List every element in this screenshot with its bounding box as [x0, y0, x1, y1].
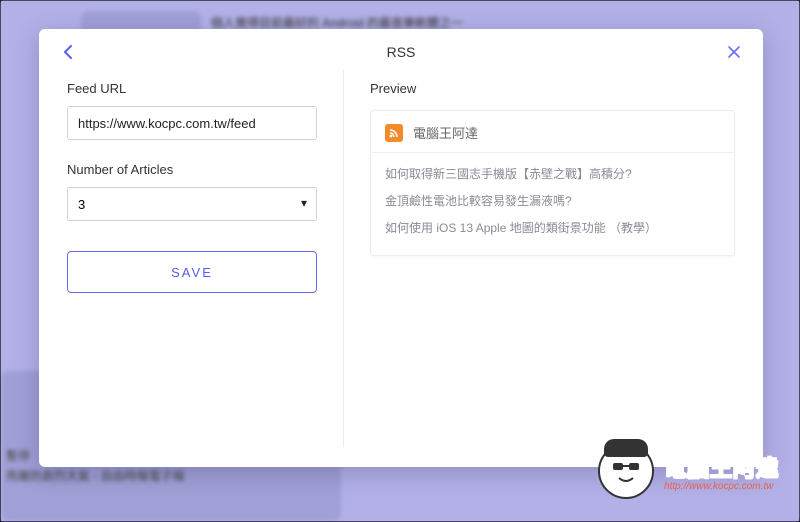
- config-panel: Feed URL Number of Articles 3 SAVE: [67, 77, 317, 447]
- preview-item: 如何使用 iOS 13 Apple 地圖的類街景功能 （教學）: [385, 215, 720, 242]
- preview-list: 如何取得新三國志手機版【赤壁之戰】高積分? 金頂鹼性電池比較容易發生漏液嗎? 如…: [371, 153, 734, 255]
- bg-text: 雨嚴防劇烈天氣 - 自由時報電子報: [6, 466, 326, 486]
- preview-panel: Preview 電腦王阿達 如何取得新三國志手機版【赤壁之戰】高積分? 金頂鹼性…: [370, 77, 735, 447]
- feed-url-label: Feed URL: [67, 81, 317, 96]
- modal-title: RSS: [39, 44, 763, 60]
- mascot-icon: [598, 443, 654, 499]
- close-icon[interactable]: [723, 41, 745, 63]
- rss-icon: [385, 124, 403, 142]
- feed-url-input[interactable]: [67, 106, 317, 140]
- watermark-url: http://www.kocpc.com.tw: [664, 481, 779, 492]
- num-articles-label: Number of Articles: [67, 162, 317, 177]
- back-icon[interactable]: [57, 41, 79, 63]
- watermark: 電腦王阿達 http://www.kocpc.com.tw: [598, 443, 779, 499]
- feed-title: 電腦王阿達: [413, 123, 478, 142]
- save-button[interactable]: SAVE: [67, 251, 317, 293]
- vertical-divider: [343, 69, 344, 447]
- watermark-text: 電腦王阿達: [664, 451, 779, 483]
- preview-card: 電腦王阿達 如何取得新三國志手機版【赤壁之戰】高積分? 金頂鹼性電池比較容易發生…: [370, 110, 735, 256]
- num-articles-select[interactable]: 3: [67, 187, 317, 221]
- preview-label: Preview: [370, 81, 735, 96]
- preview-item: 如何取得新三國志手機版【赤壁之戰】高積分?: [385, 161, 720, 188]
- modal-header: RSS: [39, 29, 763, 75]
- rss-config-modal: RSS Feed URL Number of Articles 3 SAVE: [39, 29, 763, 467]
- preview-item: 金頂鹼性電池比較容易發生漏液嗎?: [385, 188, 720, 215]
